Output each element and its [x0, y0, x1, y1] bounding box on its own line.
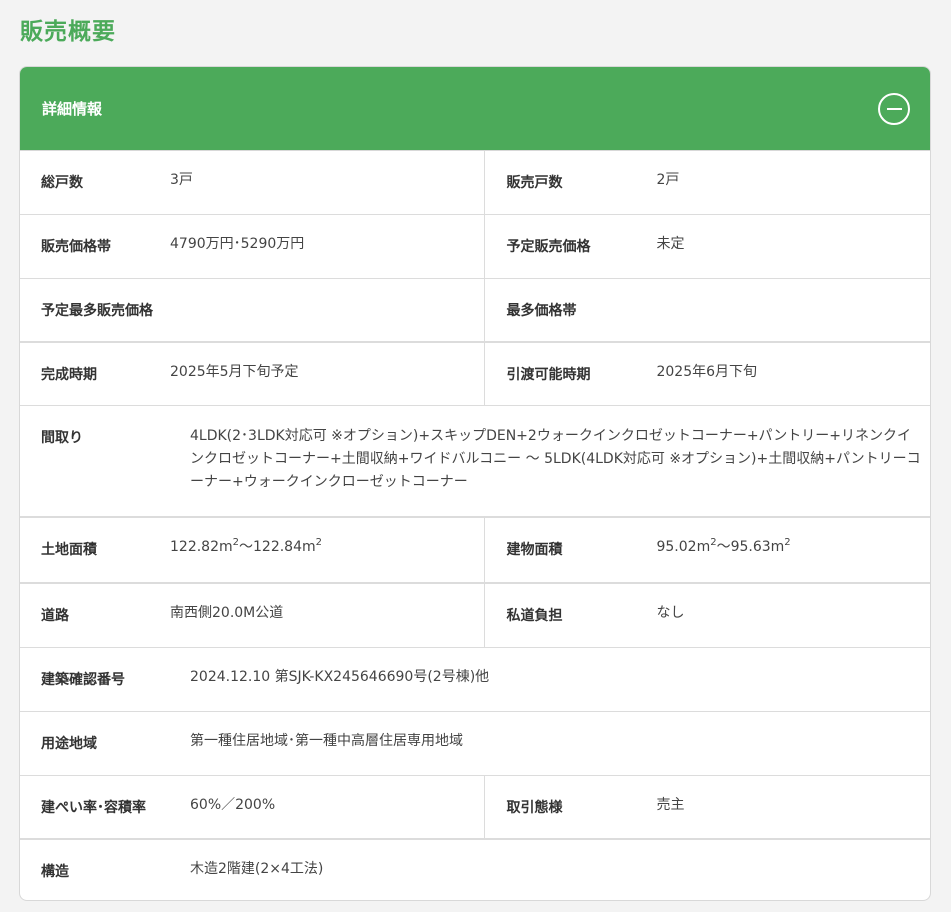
table-row: 建ぺい率･容積率 60%／200% 取引態様 売主 — [20, 776, 930, 840]
road-label: 道路 — [41, 608, 69, 624]
total-units-cell: 総戸数 3戸 — [20, 151, 484, 214]
building-area-value: 95.02m2〜95.63m2 — [656, 537, 930, 557]
structure-value: 木造2階建(2×4工法) — [190, 861, 324, 877]
land-area-value: 122.82m2〜122.84m2 — [170, 537, 484, 557]
completion-cell: 完成時期 2025年5月下旬予定 — [20, 343, 484, 405]
table-row: 販売価格帯 4790万円･5290万円 予定販売価格 未定 — [20, 215, 930, 279]
coverage-ratio-cell: 建ぺい率･容積率 60%／200% — [20, 776, 484, 838]
layout-value: 4LDK(2･3LDK対応可 ※オプション)+スキップDEN+2ウォークインクロ… — [190, 428, 921, 490]
road-cell: 道路 南西側20.0M公道 — [20, 584, 484, 647]
coverage-ratio-value: 60%／200% — [190, 797, 276, 813]
table-row: 構造 木造2階建(2×4工法) — [20, 840, 930, 900]
details-card-header[interactable]: 詳細情報 — [20, 67, 930, 151]
private-road-burden-cell: 私道負担 なし — [484, 584, 930, 647]
structure-cell: 構造 木造2階建(2×4工法) — [20, 840, 930, 900]
planned-price-label: 予定販売価格 — [506, 239, 591, 255]
layout-cell: 間取り 4LDK(2･3LDK対応可 ※オプション)+スキップDEN+2ウォーク… — [20, 406, 930, 516]
land-area-min: 122.82m — [170, 539, 233, 555]
building-area-min: 95.02m — [656, 539, 711, 555]
minus-circle-icon[interactable] — [878, 92, 910, 125]
building-area-max: 95.63m — [730, 539, 785, 555]
completion-label: 完成時期 — [41, 367, 97, 383]
building-area-sep: 〜 — [716, 539, 731, 555]
land-area-exp: 2 — [315, 537, 322, 548]
land-area-max: 122.84m — [253, 539, 316, 555]
table-row: 土地面積 122.82m2〜122.84m2 建物面積 95.02m2〜95.6… — [20, 518, 930, 584]
planned-most-common-price-label: 予定最多販売価格 — [41, 303, 153, 319]
transaction-type-label: 取引態様 — [506, 800, 563, 816]
total-units-value: 3戸 — [170, 172, 193, 188]
completion-value: 2025年5月下旬予定 — [170, 364, 299, 380]
private-road-burden-value: なし — [656, 605, 685, 621]
table-row: 用途地域 第一種住居地域･第一種中高層住居専用地域 — [20, 712, 930, 776]
details-card: 詳細情報 総戸数 3戸 販売戸数 2戸 販売価格帯 4790万円･5290万円 … — [19, 66, 931, 901]
building-confirmation-label: 建築確認番号 — [41, 672, 125, 688]
zoning-value: 第一種住居地域･第一種中高層住居専用地域 — [190, 733, 463, 749]
page-title: 販売概要 — [20, 19, 116, 45]
building-area-cell: 建物面積 95.02m2〜95.63m2 — [484, 518, 930, 582]
table-row: 完成時期 2025年5月下旬予定 引渡可能時期 2025年6月下旬 — [20, 343, 930, 406]
section-title: 詳細情報 — [42, 100, 103, 118]
private-road-burden-label: 私道負担 — [506, 608, 563, 624]
total-units-label: 総戸数 — [41, 175, 83, 191]
planned-price-value: 未定 — [656, 236, 685, 252]
land-area-cell: 土地面積 122.82m2〜122.84m2 — [20, 518, 484, 582]
building-area-label: 建物面積 — [506, 542, 563, 558]
table-row: 道路 南西側20.0M公道 私道負担 なし — [20, 584, 930, 648]
structure-label: 構造 — [41, 864, 69, 880]
price-range-cell: 販売価格帯 4790万円･5290万円 — [20, 215, 484, 278]
road-value: 南西側20.0M公道 — [170, 605, 284, 621]
building-area-exp: 2 — [784, 537, 791, 548]
planned-price-cell: 予定販売価格 未定 — [484, 215, 930, 278]
units-for-sale-label: 販売戸数 — [506, 175, 563, 191]
planned-most-common-price-cell: 予定最多販売価格 — [20, 279, 484, 341]
building-confirmation-value: 2024.12.10 第SJK-KX245646690号(2号棟)他 — [190, 669, 490, 685]
units-for-sale-value: 2戸 — [656, 172, 680, 188]
table-row: 間取り 4LDK(2･3LDK対応可 ※オプション)+スキップDEN+2ウォーク… — [20, 406, 930, 518]
most-common-price-band-cell: 最多価格帯 — [484, 279, 930, 341]
zoning-label: 用途地域 — [41, 736, 97, 752]
price-range-value: 4790万円･5290万円 — [170, 236, 305, 252]
transaction-type-value: 売主 — [656, 797, 685, 813]
units-for-sale-cell: 販売戸数 2戸 — [484, 151, 930, 214]
transaction-type-cell: 取引態様 売主 — [484, 776, 930, 838]
coverage-ratio-label: 建ぺい率･容積率 — [41, 800, 146, 816]
building-confirmation-cell: 建築確認番号 2024.12.10 第SJK-KX245646690号(2号棟)… — [20, 648, 930, 711]
zoning-cell: 用途地域 第一種住居地域･第一種中高層住居専用地域 — [20, 712, 930, 775]
handover-cell: 引渡可能時期 2025年6月下旬 — [484, 343, 930, 405]
price-range-label: 販売価格帯 — [41, 239, 111, 255]
land-area-label: 土地面積 — [41, 542, 97, 558]
most-common-price-band-label: 最多価格帯 — [506, 303, 577, 319]
table-row: 予定最多販売価格 最多価格帯 — [20, 279, 930, 343]
handover-value: 2025年6月下旬 — [656, 364, 758, 380]
table-row: 建築確認番号 2024.12.10 第SJK-KX245646690号(2号棟)… — [20, 648, 930, 712]
land-area-sep: 〜 — [239, 539, 253, 555]
layout-label: 間取り — [41, 430, 83, 446]
handover-label: 引渡可能時期 — [506, 367, 591, 383]
table-row: 総戸数 3戸 販売戸数 2戸 — [20, 151, 930, 215]
